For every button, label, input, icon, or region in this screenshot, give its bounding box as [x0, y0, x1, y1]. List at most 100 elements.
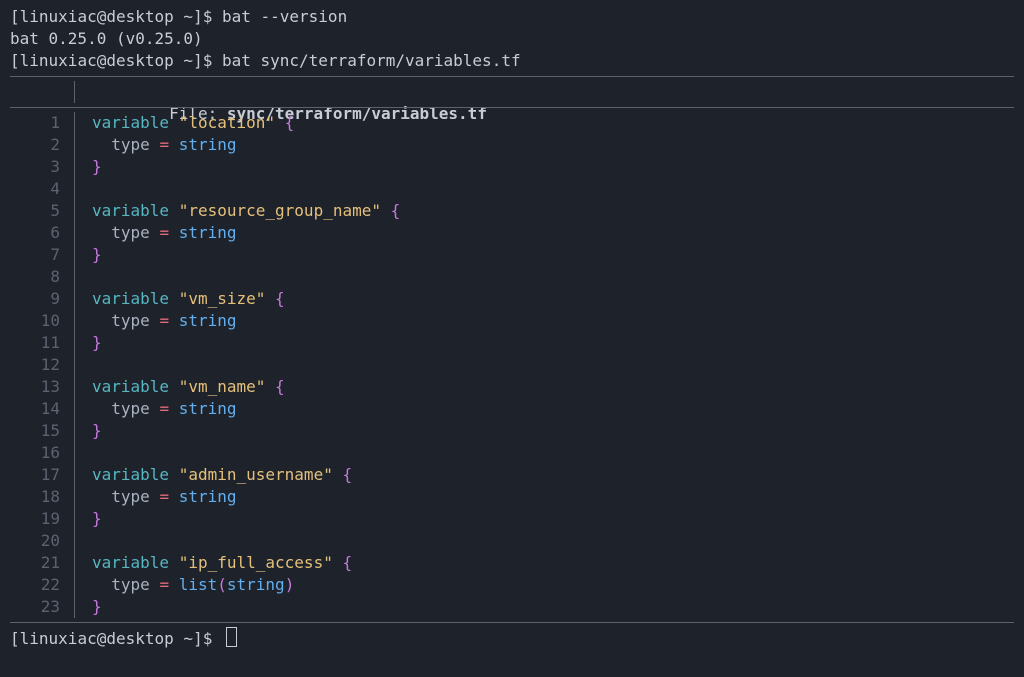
ps1-at: @: [97, 51, 107, 70]
token-kw: variable: [92, 113, 179, 132]
command-2: bat sync/terraform/variables.tf: [222, 51, 521, 70]
line-number: 3: [10, 156, 68, 178]
code-line: 9variable "vm_size" {: [10, 288, 1014, 310]
separator: [68, 266, 82, 288]
separator: [68, 442, 82, 464]
separator: [68, 81, 82, 103]
cursor-icon: [226, 627, 237, 647]
token-eq: =: [159, 575, 169, 594]
code-content: }: [82, 508, 102, 530]
code-content: variable "ip_full_access" {: [82, 552, 352, 574]
rule-top: [10, 76, 1014, 77]
token-str: "resource_group_name": [179, 201, 381, 220]
rule-mid: [10, 107, 1014, 108]
token-type: string: [169, 399, 236, 418]
token-kw: variable: [92, 201, 179, 220]
file-header-row: File: sync/terraform/variables.tf: [10, 81, 1014, 103]
line-number: 17: [10, 464, 68, 486]
token-kw: variable: [92, 465, 179, 484]
token-type: string: [227, 575, 285, 594]
separator: [68, 178, 82, 200]
token-attr: type: [92, 223, 159, 242]
token-str: "location": [179, 113, 275, 132]
token-attr: type: [92, 399, 159, 418]
token-eq: =: [159, 311, 169, 330]
line-number: 11: [10, 332, 68, 354]
separator: [68, 398, 82, 420]
ps1-path: ~: [183, 629, 193, 648]
separator: [68, 222, 82, 244]
token-str: "admin_username": [179, 465, 333, 484]
token-func: list: [179, 575, 218, 594]
code-content: }: [82, 156, 102, 178]
token-kw: variable: [92, 553, 179, 572]
line-number: 7: [10, 244, 68, 266]
separator: [68, 420, 82, 442]
separator: [68, 552, 82, 574]
ps1-close: ]$: [193, 629, 222, 648]
code-content: type = string: [82, 486, 237, 508]
token-type: string: [169, 487, 236, 506]
code-line: 20: [10, 530, 1014, 552]
code-line: 15}: [10, 420, 1014, 442]
code-line: 22 type = list(string): [10, 574, 1014, 596]
code-line: 8: [10, 266, 1014, 288]
separator: [68, 156, 82, 178]
separator: [68, 530, 82, 552]
code-content: [82, 354, 92, 376]
ps1-host: desktop: [106, 51, 173, 70]
code-line: 6 type = string: [10, 222, 1014, 244]
code-content: }: [82, 596, 102, 618]
ps1-open: [: [10, 51, 20, 70]
code-line: 18 type = string: [10, 486, 1014, 508]
code-content: type = list(string): [82, 574, 294, 596]
code-content: variable "admin_username" {: [82, 464, 352, 486]
ps1-open: [: [10, 629, 20, 648]
line-number: 16: [10, 442, 68, 464]
prompt-line-1: [linuxiac@desktop ~]$ bat --version: [10, 6, 1014, 28]
line-number: 12: [10, 354, 68, 376]
separator: [68, 134, 82, 156]
separator: [68, 332, 82, 354]
code-content: variable "location" {: [82, 112, 294, 134]
gutter-empty: [10, 81, 68, 103]
token-eq: =: [159, 487, 169, 506]
token-type: string: [169, 135, 236, 154]
line-number: 18: [10, 486, 68, 508]
code-content: }: [82, 420, 102, 442]
ps1-user: linuxiac: [20, 51, 97, 70]
line-number: 6: [10, 222, 68, 244]
token-brace: {: [333, 553, 352, 572]
line-number: 10: [10, 310, 68, 332]
token-attr: type: [92, 135, 159, 154]
code-line: 23}: [10, 596, 1014, 618]
code-line: 1variable "location" {: [10, 112, 1014, 134]
line-number: 13: [10, 376, 68, 398]
separator: [68, 354, 82, 376]
code-content: type = string: [82, 310, 237, 332]
code-content: }: [82, 332, 102, 354]
code-content: type = string: [82, 222, 237, 244]
ps1-space: [174, 7, 184, 26]
terminal[interactable]: [linuxiac@desktop ~]$ bat --version bat …: [0, 0, 1024, 656]
command-1: bat --version: [222, 7, 347, 26]
line-number: 5: [10, 200, 68, 222]
token-eq: =: [159, 399, 169, 418]
code-line: 14 type = string: [10, 398, 1014, 420]
separator: [68, 596, 82, 618]
code-line: 16: [10, 442, 1014, 464]
code-line: 3}: [10, 156, 1014, 178]
line-number: 4: [10, 178, 68, 200]
separator: [68, 244, 82, 266]
token-brace: }: [92, 333, 102, 352]
code-content: [82, 530, 92, 552]
token-attr: type: [92, 311, 159, 330]
prompt-line-3[interactable]: [linuxiac@desktop ~]$: [10, 627, 1014, 650]
rule-bottom: [10, 622, 1014, 623]
token-attr: type: [92, 487, 159, 506]
token-str: "ip_full_access": [179, 553, 333, 572]
token-brace: {: [275, 113, 294, 132]
prompt-line-2: [linuxiac@desktop ~]$ bat sync/terraform…: [10, 50, 1014, 72]
bat-output: File: sync/terraform/variables.tf 1varia…: [10, 76, 1014, 623]
separator: [68, 486, 82, 508]
